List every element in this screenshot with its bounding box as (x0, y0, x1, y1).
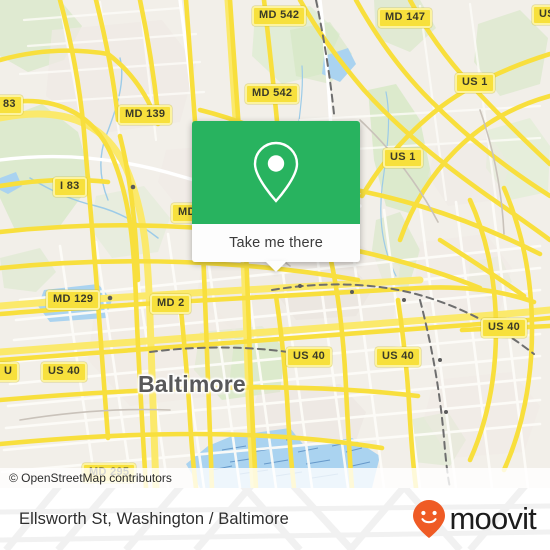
moovit-wordmark: moovit (449, 500, 536, 536)
road-shield: MD 542 (245, 84, 300, 104)
road-shield: MD 129 (46, 290, 101, 310)
map-attribution-bar: © OpenStreetMap contributors (0, 468, 550, 488)
road-shield: US 1 (383, 148, 423, 168)
take-me-there-button[interactable]: Take me there (192, 224, 360, 262)
road-shield: U (0, 362, 20, 382)
poi-callout-card[interactable]: Take me there (192, 121, 360, 272)
road-shield: US 1 (455, 73, 495, 93)
road-shield: I 83 (53, 177, 87, 197)
city-label-baltimore: Baltimore (138, 371, 246, 397)
moovit-brand[interactable]: moovit (412, 488, 537, 550)
map-canvas[interactable]: .land { fill:#f2efe9; } .built { fill:#e… (0, 0, 550, 488)
take-me-there-label: Take me there (229, 235, 323, 251)
road-shield: MD 542 (252, 6, 307, 26)
poi-card-header (192, 121, 360, 224)
road-shield: US 40 (481, 318, 528, 338)
road-shield: US 40 (375, 347, 422, 367)
road-shield: 83 (0, 95, 23, 115)
location-pin-icon (253, 141, 299, 203)
road-shield: US 40 (41, 362, 88, 382)
location-title: Ellsworth St, Washington / Baltimore (19, 509, 289, 528)
callout-pointer (265, 261, 287, 272)
road-shield: MD 139 (118, 105, 173, 125)
road-shield: MD 147 (378, 8, 433, 28)
road-shield: US (532, 5, 550, 25)
moovit-smiley-pin-icon (413, 500, 446, 538)
osm-attribution-text[interactable]: © OpenStreetMap contributors (0, 471, 172, 485)
footer-bar: Ellsworth St, Washington / Baltimore moo… (0, 488, 550, 550)
road-shield: US 40 (286, 347, 333, 367)
road-shield: MD 2 (150, 294, 192, 314)
